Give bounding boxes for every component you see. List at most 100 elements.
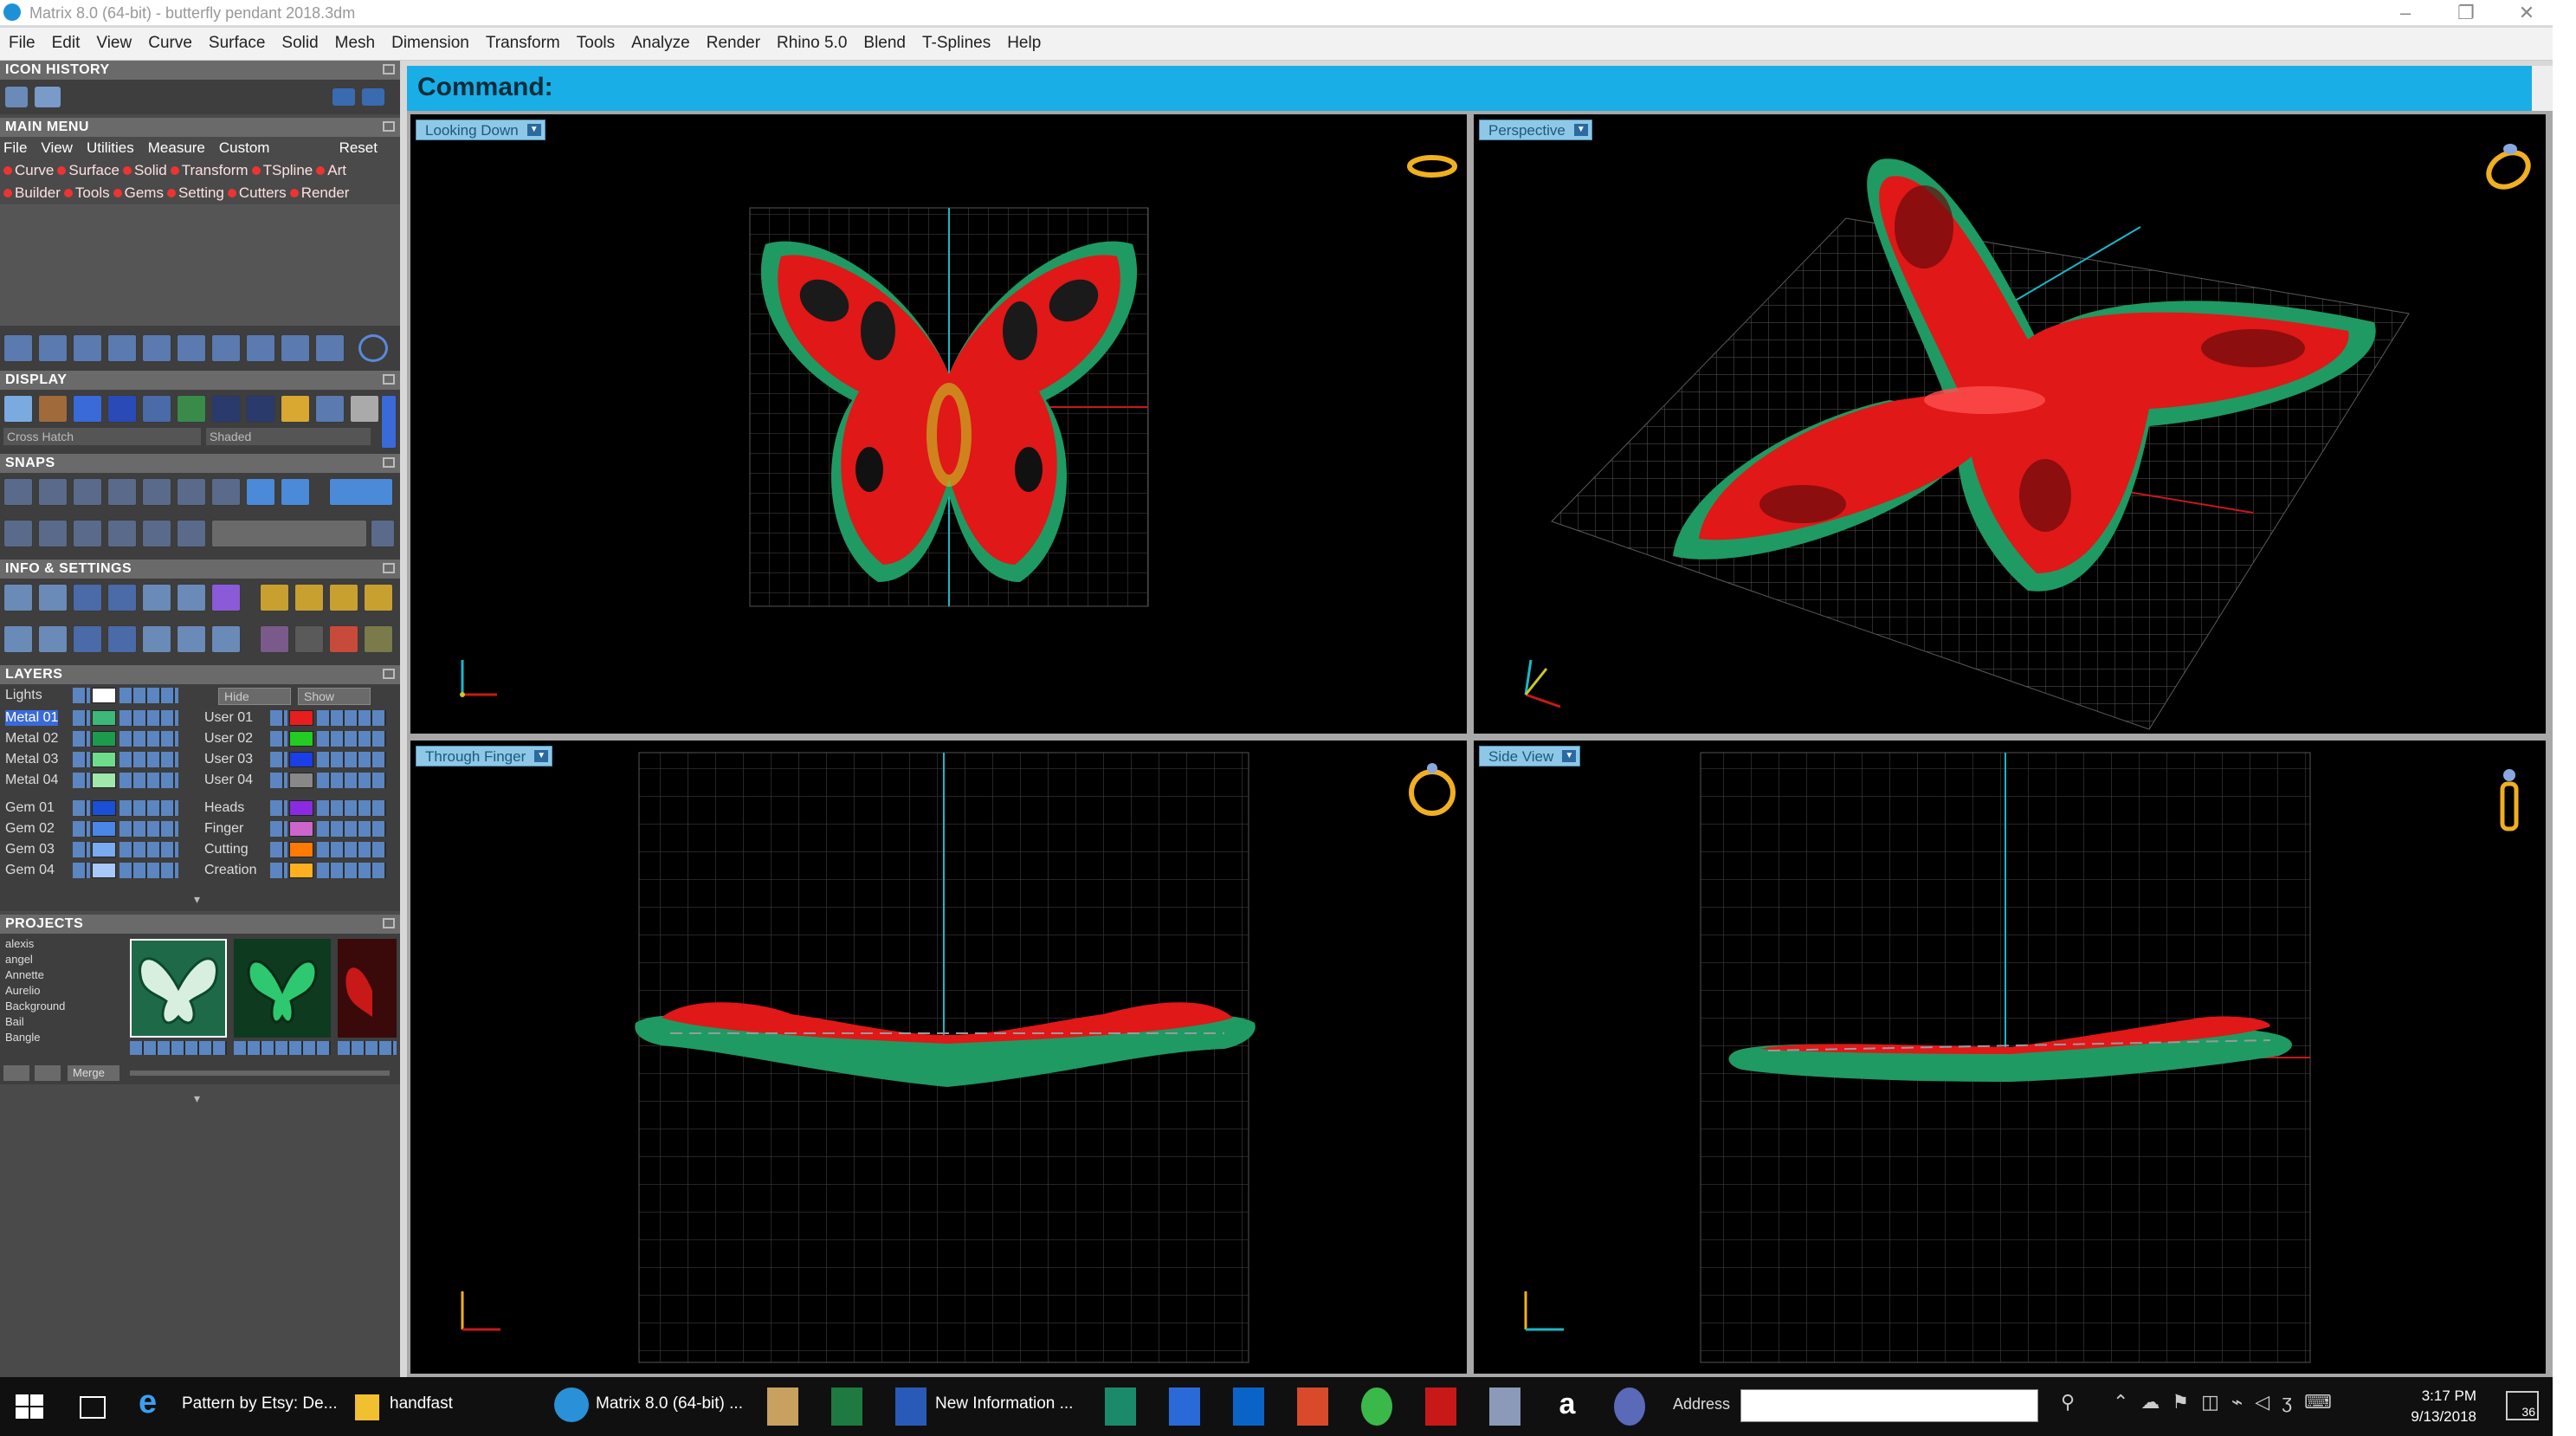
- menu-surface[interactable]: Surface: [200, 28, 273, 53]
- layer-toggle[interactable]: [270, 821, 287, 837]
- pencil-icon[interactable]: [177, 584, 206, 611]
- snap-cen-icon[interactable]: [142, 478, 171, 506]
- thumbnail-buttons[interactable]: [338, 1041, 397, 1055]
- project-item[interactable]: Background: [5, 999, 65, 1012]
- outlook-icon[interactable]: [1233, 1387, 1264, 1426]
- panel-collapse-icon[interactable]: [383, 374, 395, 385]
- internet-explorer-icon[interactable]: e: [139, 1384, 173, 1422]
- menu-file[interactable]: File: [0, 28, 43, 53]
- layer-color-swatch[interactable]: [289, 821, 313, 837]
- viewport-label-front[interactable]: Through Finger ▼: [416, 746, 553, 767]
- main-menu-header[interactable]: MAIN MENU: [0, 118, 400, 137]
- panel-collapse-icon[interactable]: [383, 457, 395, 468]
- display-mode-1[interactable]: Cross Hatch: [3, 428, 201, 445]
- sphere-display-icon[interactable]: [211, 395, 241, 423]
- ghosted-display-icon[interactable]: [38, 395, 68, 423]
- xray-display-icon[interactable]: [142, 395, 171, 423]
- viewport-menu-icon[interactable]: ▼: [1573, 124, 1588, 136]
- snap-settings-field[interactable]: [211, 520, 367, 547]
- cat-render[interactable]: Render: [301, 184, 350, 201]
- system-tray-icons[interactable]: ⌃☁⚑◫⌁◁ʒ⌨: [2113, 1391, 2398, 1429]
- menu-solid[interactable]: Solid: [273, 28, 326, 53]
- layer-buttons[interactable]: [317, 710, 386, 726]
- icon-history-header[interactable]: ICON HISTORY: [0, 61, 400, 80]
- matrix-taskbar-icon[interactable]: [554, 1387, 589, 1422]
- snap-point-icon[interactable]: [73, 478, 102, 506]
- projects-expand-icon[interactable]: ▾: [194, 1091, 200, 1106]
- layer-toggle[interactable]: [73, 821, 90, 837]
- layer-color-swatch[interactable]: [289, 731, 313, 747]
- files-icon[interactable]: [1489, 1387, 1520, 1426]
- snap-int-icon[interactable]: [177, 478, 206, 506]
- layout-icon[interactable]: [3, 625, 33, 653]
- wireframe-display-icon[interactable]: [3, 395, 33, 423]
- menu-render[interactable]: Render: [698, 28, 768, 53]
- acrobat-icon[interactable]: [1425, 1387, 1456, 1426]
- powerpoint-icon[interactable]: [1297, 1387, 1328, 1426]
- main-menu-measure[interactable]: Measure: [148, 139, 205, 156]
- layer-color-swatch[interactable]: [92, 821, 116, 837]
- menu-analyze[interactable]: Analyze: [623, 28, 698, 53]
- layer-toggle[interactable]: [73, 710, 90, 726]
- panel-collapse-icon[interactable]: [383, 918, 395, 928]
- properties-icon[interactable]: [73, 584, 102, 611]
- viewport-through-finger[interactable]: Through Finger ▼: [410, 741, 1467, 1374]
- app-blue-icon[interactable]: [1169, 1387, 1200, 1426]
- layer-color-swatch[interactable]: [92, 773, 116, 788]
- taskbar-matrix-label[interactable]: Matrix 8.0 (64-bit) ...: [596, 1394, 743, 1413]
- render-settings-icon[interactable]: [260, 625, 289, 653]
- layer-buttons[interactable]: [119, 842, 178, 857]
- filter-icon[interactable]: [142, 625, 171, 653]
- window-icon[interactable]: [38, 625, 68, 653]
- layer-toggle[interactable]: [270, 800, 287, 816]
- excel-icon[interactable]: [831, 1387, 862, 1426]
- menu-edit[interactable]: Edit: [43, 28, 88, 53]
- quickbooks-icon[interactable]: [1361, 1387, 1392, 1426]
- layer-toggle[interactable]: [73, 863, 90, 878]
- layer-toggle[interactable]: [270, 773, 287, 788]
- layer-color-swatch[interactable]: [289, 800, 313, 816]
- cat-tools[interactable]: Tools: [75, 184, 110, 201]
- options-gold-icon[interactable]: [294, 584, 324, 611]
- planar-icon[interactable]: [73, 520, 102, 547]
- snap-near-icon[interactable]: [38, 478, 68, 506]
- layer-toggle[interactable]: [73, 731, 90, 747]
- clipboard-icon[interactable]: [211, 625, 241, 653]
- layers-header[interactable]: LAYERS: [0, 665, 400, 684]
- thumbnail-buttons[interactable]: [234, 1041, 331, 1055]
- layer-color-swatch[interactable]: [92, 731, 116, 747]
- sphere-purple-icon[interactable]: [211, 584, 241, 611]
- amazon-icon[interactable]: a: [1552, 1387, 1583, 1426]
- cat-gems[interactable]: Gems: [125, 184, 164, 201]
- display-header[interactable]: DISPLAY: [0, 371, 400, 390]
- layer-buttons[interactable]: [119, 752, 178, 767]
- cat-curve[interactable]: Curve: [15, 162, 54, 178]
- viewport-looking-down[interactable]: Looking Down ▼: [410, 114, 1467, 734]
- cat-art[interactable]: Art: [327, 162, 346, 178]
- layer-color-swatch[interactable]: [92, 710, 116, 726]
- menu-help[interactable]: Help: [998, 28, 1049, 53]
- panel-collapse-icon[interactable]: [383, 64, 395, 74]
- task-view-icon[interactable]: [80, 1396, 106, 1419]
- grid-snap-icon[interactable]: [3, 520, 33, 547]
- layer-buttons[interactable]: [119, 731, 178, 747]
- layers-show-button[interactable]: Show: [298, 688, 371, 705]
- layers-hide-button[interactable]: Hide: [218, 688, 291, 705]
- cat-cutters[interactable]: Cutters: [239, 184, 287, 201]
- snap-quad-icon[interactable]: [281, 478, 310, 506]
- curve-tool-icon[interactable]: [73, 334, 102, 362]
- project-thumbnail[interactable]: [338, 939, 397, 1038]
- snaps-header[interactable]: SNAPS: [0, 454, 400, 473]
- layer-color-swatch[interactable]: [289, 752, 313, 767]
- menu-view[interactable]: View: [87, 28, 139, 53]
- layer-buttons[interactable]: [119, 863, 178, 878]
- viewport-perspective[interactable]: Perspective ▼: [1474, 114, 2546, 734]
- layer-color-swatch[interactable]: [289, 710, 313, 726]
- layer-color-swatch[interactable]: [289, 773, 313, 788]
- zoom-icon[interactable]: [3, 584, 33, 611]
- book-icon[interactable]: [107, 625, 137, 653]
- project-item[interactable]: Aurelio: [5, 984, 40, 997]
- ortho-icon[interactable]: [38, 520, 68, 547]
- ring-orientation-icon[interactable]: [2482, 144, 2534, 194]
- snap-perp-icon[interactable]: [211, 478, 241, 506]
